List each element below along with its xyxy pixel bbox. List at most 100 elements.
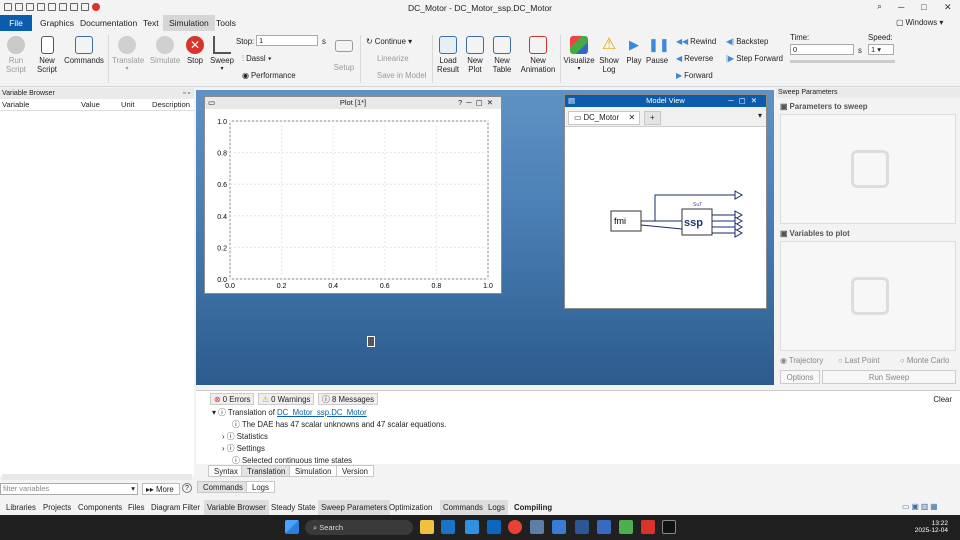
simulate-button[interactable]: Simulate [149,36,181,65]
minimize-icon[interactable]: ─ [898,2,904,12]
radio-last-point[interactable]: ○ Last Point [838,356,880,365]
rewind-button[interactable]: ◀◀ Rewind [676,37,716,46]
dymola-icon[interactable] [597,520,611,534]
tab-translation[interactable]: Translation [241,465,292,477]
column-unit[interactable]: Unit [121,99,135,111]
tab-commands-bottom[interactable]: Commands [440,500,486,515]
setup-button[interactable]: Setup [330,36,358,72]
app-icon[interactable] [619,520,633,534]
forward-button[interactable]: ▶ Forward [676,71,713,80]
new-script-button[interactable]: New Script [33,36,61,74]
time-slider[interactable] [790,60,895,63]
menu-tools[interactable]: Tools [210,15,242,31]
pause-button[interactable]: ❚❚ Pause [646,36,670,65]
stop-time-input[interactable]: 1 [256,35,318,46]
stop-button[interactable]: ✕ Stop [184,36,206,65]
performance-button[interactable]: ◉ Performance [242,71,296,80]
linkedin-icon[interactable] [487,520,501,534]
run-script-button[interactable]: Run Script [4,36,28,74]
step-forward-button[interactable]: |▶ Step Forward [726,54,783,63]
new-table-button[interactable]: New Table [490,36,514,74]
time-input[interactable]: 0 [790,44,854,55]
variable-browser-scrollbar[interactable] [2,474,192,480]
terminal-icon[interactable] [662,520,676,534]
params-list[interactable] [780,114,956,224]
radio-trajectory[interactable]: ◉ Trajectory [780,356,823,365]
tab-files[interactable]: Files [128,503,144,512]
clear-button[interactable]: Clear [933,395,952,404]
solver-select[interactable]: ⫶ Dassl ▾ [242,54,272,64]
errors-filter[interactable]: ⊗ 0 Errors [210,393,255,405]
translate-button[interactable]: Translate ▾ [112,36,144,74]
windows-start-icon[interactable] [285,520,299,534]
visualize-button[interactable]: Visualize ▾ [563,36,595,74]
model-diagram[interactable]: fmi ssp SuT [565,127,766,307]
tab-logs-bottom[interactable]: Logs [485,500,508,515]
column-variable[interactable]: Variable [2,99,29,111]
play-button[interactable]: ▶ Play [624,36,644,65]
tab-logs[interactable]: Logs [246,481,275,493]
app-icon[interactable] [641,520,655,534]
app-icon[interactable] [530,520,544,534]
model-view-controls[interactable]: ─▢✕ [728,95,762,107]
filter-variables-input[interactable]: filter variables ▾ [0,483,138,495]
windows-menu[interactable]: ▢ Windows ▾ [896,18,943,27]
load-result-button[interactable]: Load Result [436,36,460,74]
run-sweep-button[interactable]: Run Sweep [822,370,956,384]
outlook-icon[interactable] [441,520,455,534]
tab-sweep-parameters[interactable]: Sweep Parameters [318,500,391,515]
taskbar-search[interactable]: ⌕ Search [305,520,413,535]
messages-filter[interactable]: ⓘ 8 Messages [318,393,379,405]
new-animation-button[interactable]: New Animation [518,36,558,74]
tab-steady-state[interactable]: Steady State [271,503,316,512]
more-button[interactable]: ▸▸ More [142,483,180,495]
menu-file[interactable]: File [0,15,32,31]
new-plot-button[interactable]: New Plot [463,36,487,74]
plot-window-controls[interactable]: ?─▢✕ [458,97,497,109]
save-in-model-button[interactable]: Save in Model [377,71,426,80]
radio-monte-carlo[interactable]: ○ Monte Carlo [900,356,949,365]
chrome-icon[interactable] [508,520,522,534]
layout-icons[interactable]: ▭▣▥▦ [902,502,939,511]
variable-browser-tree[interactable] [0,111,194,476]
message-line-statistics[interactable]: › ⓘ Statistics [222,431,268,442]
message-line-translation[interactable]: ▾ ⓘ Translation of DC_Motor_ssp.DC_Motor [212,407,367,418]
tab-components[interactable]: Components [78,503,122,512]
search-icon[interactable]: ⌕ [877,1,882,12]
tab-syntax[interactable]: Syntax [208,465,244,477]
app-icon[interactable] [552,520,566,534]
speed-select[interactable]: 1 ▾ [868,44,894,55]
tab-version[interactable]: Version [336,465,375,477]
panel-float-icon[interactable]: ▫ ▫ [183,88,190,99]
close-icon[interactable]: ✕ [944,2,952,13]
linearize-button[interactable]: Linearize [377,54,409,63]
translation-link[interactable]: DC_Motor_ssp.DC_Motor [277,408,367,417]
close-tab-icon[interactable]: ✕ [628,112,635,124]
file-explorer-icon[interactable] [420,520,434,534]
tab-diagram-filter[interactable]: Diagram Filter [151,503,200,512]
plot-canvas[interactable]: 1.0 0.8 0.6 0.4 0.2 0.0 0.0 0.2 0.4 0.6 0.8 1.0 [205,109,501,293]
tab-simulation[interactable]: Simulation [289,465,338,477]
column-description[interactable]: Description [152,99,190,111]
tab-optimization[interactable]: Optimization [389,503,432,512]
app-icon[interactable] [575,520,589,534]
sweep-button[interactable]: Sweep ▾ [208,36,236,74]
tab-projects[interactable]: Projects [43,503,71,512]
show-log-button[interactable]: ⚠ Show Log [597,36,621,74]
backstep-button[interactable]: ◀| Backstep [726,37,768,46]
commands-button[interactable]: Commands [64,36,104,65]
message-line-settings[interactable]: › ⓘ Settings [222,443,265,454]
teams-icon[interactable] [465,520,479,534]
options-button[interactable]: Options [780,370,820,384]
tab-variable-browser[interactable]: Variable Browser [204,500,269,515]
tab-dc-motor[interactable]: ▭ DC_Motor ✕ [568,111,640,125]
tab-commands[interactable]: Commands [197,481,249,493]
maximize-icon[interactable]: □ [921,2,926,12]
continue-button[interactable]: ↻ Continue ▾ [366,37,412,46]
add-tab-button[interactable]: + [644,111,661,125]
taskbar-clock[interactable]: 13:22 2025-12-04 [914,520,948,534]
menu-simulation[interactable]: Simulation [163,15,215,31]
vars-list[interactable] [780,241,956,351]
help-icon[interactable]: ? [182,483,192,493]
reverse-button[interactable]: ◀ Reverse [676,54,713,63]
